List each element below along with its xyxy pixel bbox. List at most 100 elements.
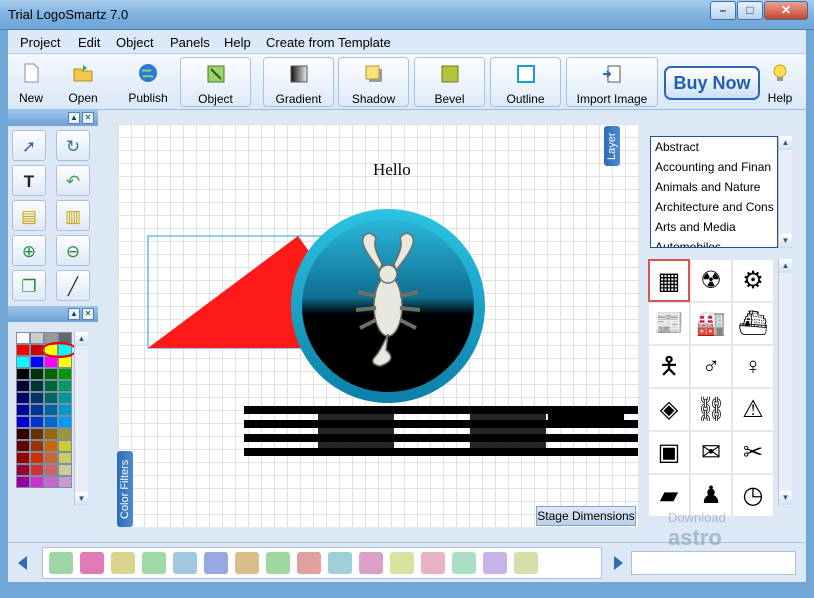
- category-list[interactable]: Abstract Accounting and Finan Animals and …: [650, 136, 778, 248]
- value-input[interactable]: [631, 551, 796, 575]
- palette-scrollbar[interactable]: ▲ ▼: [74, 332, 88, 506]
- checker-symbol[interactable]: ▦: [648, 259, 690, 302]
- color-swatch[interactable]: [44, 464, 58, 476]
- import-image-button[interactable]: Import Image: [566, 57, 658, 107]
- text-tool[interactable]: T: [12, 165, 46, 196]
- style-swatch[interactable]: [173, 552, 197, 574]
- color-swatch[interactable]: [58, 476, 72, 488]
- color-swatch[interactable]: [44, 368, 58, 380]
- stage-dimensions-button[interactable]: Stage Dimensions: [536, 506, 636, 526]
- category-scroll-down-icon[interactable]: ▼: [779, 234, 792, 248]
- color-swatch[interactable]: [30, 416, 44, 428]
- warning-symbol[interactable]: ⚠: [732, 388, 774, 431]
- style-swatch[interactable]: [483, 552, 507, 574]
- publish-button[interactable]: Publish: [120, 57, 176, 107]
- color-swatch[interactable]: [16, 440, 30, 452]
- color-swatch[interactable]: [16, 452, 30, 464]
- scissors-symbol[interactable]: ✂: [732, 431, 774, 474]
- style-swatch[interactable]: [235, 552, 259, 574]
- layer-tab[interactable]: Layer: [604, 126, 620, 166]
- buy-now-button[interactable]: Buy Now: [664, 66, 760, 100]
- color-swatch[interactable]: [30, 452, 44, 464]
- color-swatch[interactable]: [30, 404, 44, 416]
- redo-tool[interactable]: ↻: [56, 130, 90, 161]
- building-symbol[interactable]: 🏭: [690, 302, 732, 345]
- color-swatch[interactable]: [44, 476, 58, 488]
- style-swatch[interactable]: [421, 552, 445, 574]
- style-swatch[interactable]: [328, 552, 352, 574]
- radiation-symbol[interactable]: ☢: [690, 259, 732, 302]
- color-swatch[interactable]: [16, 416, 30, 428]
- color-swatch[interactable]: [30, 380, 44, 392]
- style-swatch-strip[interactable]: [42, 547, 602, 579]
- color-swatch[interactable]: [16, 464, 30, 476]
- menu-help[interactable]: Help: [224, 35, 251, 50]
- color-swatch[interactable]: [58, 392, 72, 404]
- chain-symbol[interactable]: ⛓: [690, 388, 732, 431]
- color-panel-close-button[interactable]: ✕: [82, 308, 94, 320]
- style-swatch[interactable]: [49, 552, 73, 574]
- color-swatch[interactable]: [30, 476, 44, 488]
- color-swatch[interactable]: [16, 380, 30, 392]
- menu-project[interactable]: Project: [20, 35, 60, 50]
- bring-front-tool[interactable]: ▤: [12, 200, 46, 231]
- menu-create-from-template[interactable]: Create from Template: [266, 35, 391, 50]
- undo-tool[interactable]: ↶: [56, 165, 90, 196]
- symbol-scrollbar[interactable]: ▲ ▼: [778, 259, 792, 505]
- color-swatch[interactable]: [30, 440, 44, 452]
- color-swatch[interactable]: [30, 428, 44, 440]
- style-swatch[interactable]: [359, 552, 383, 574]
- color-swatch[interactable]: [58, 428, 72, 440]
- color-swatch[interactable]: [44, 452, 58, 464]
- style-swatch[interactable]: [452, 552, 476, 574]
- color-swatch[interactable]: [16, 392, 30, 404]
- shadow-button[interactable]: Shadow: [338, 57, 409, 107]
- newspaper-symbol[interactable]: 📰: [648, 302, 690, 345]
- zoom-out-tool[interactable]: ⊖: [56, 235, 90, 266]
- style-swatch[interactable]: [80, 552, 104, 574]
- category-item[interactable]: Architecture and Cons: [651, 197, 777, 217]
- select-arrow-tool[interactable]: ➚: [12, 130, 46, 161]
- color-swatch[interactable]: [58, 368, 72, 380]
- color-swatch[interactable]: [58, 380, 72, 392]
- design-canvas[interactable]: Hello: [118, 124, 638, 527]
- frame-symbol[interactable]: ▣: [648, 431, 690, 474]
- color-swatch[interactable]: [16, 356, 30, 368]
- open-button[interactable]: Open: [62, 57, 104, 107]
- strip-right-arrow-icon[interactable]: [614, 556, 623, 570]
- close-button[interactable]: ✕: [764, 1, 808, 20]
- panel-close-button[interactable]: ✕: [82, 112, 94, 124]
- color-swatch[interactable]: [44, 428, 58, 440]
- scroll-up-arrow-icon[interactable]: ▲: [75, 332, 88, 346]
- color-swatch[interactable]: [58, 440, 72, 452]
- color-swatch[interactable]: [16, 404, 30, 416]
- category-item[interactable]: Accounting and Finan: [651, 157, 777, 177]
- style-swatch[interactable]: [111, 552, 135, 574]
- sign-symbol[interactable]: ◈: [648, 388, 690, 431]
- category-item[interactable]: Automobiles: [651, 237, 777, 247]
- bevel-button[interactable]: Bevel: [414, 57, 485, 107]
- color-panel-collapse-button[interactable]: ▲: [68, 308, 80, 320]
- gear-symbol[interactable]: ⚙: [732, 259, 774, 302]
- menu-object[interactable]: Object: [116, 35, 154, 50]
- male-symbol[interactable]: ♂: [690, 345, 732, 388]
- category-item[interactable]: Arts and Media: [651, 217, 777, 237]
- symbol-scroll-down-icon[interactable]: ▼: [779, 491, 792, 505]
- menu-edit[interactable]: Edit: [78, 35, 100, 50]
- zoom-in-tool[interactable]: ⊕: [12, 235, 46, 266]
- female-symbol[interactable]: ♀: [732, 345, 774, 388]
- color-swatch[interactable]: [16, 368, 30, 380]
- color-swatch[interactable]: [58, 404, 72, 416]
- help-button[interactable]: Help: [760, 57, 800, 107]
- style-swatch[interactable]: [297, 552, 321, 574]
- minimize-button[interactable]: –: [710, 1, 736, 20]
- color-swatch[interactable]: [58, 464, 72, 476]
- style-swatch[interactable]: [142, 552, 166, 574]
- line-tool[interactable]: ╱: [56, 270, 90, 301]
- category-scroll-up-icon[interactable]: ▲: [779, 136, 792, 150]
- strip-left-arrow-icon[interactable]: [18, 556, 27, 570]
- style-swatch[interactable]: [514, 552, 538, 574]
- color-swatch[interactable]: [58, 416, 72, 428]
- new-button[interactable]: New: [12, 57, 50, 107]
- outline-button[interactable]: Outline: [490, 57, 561, 107]
